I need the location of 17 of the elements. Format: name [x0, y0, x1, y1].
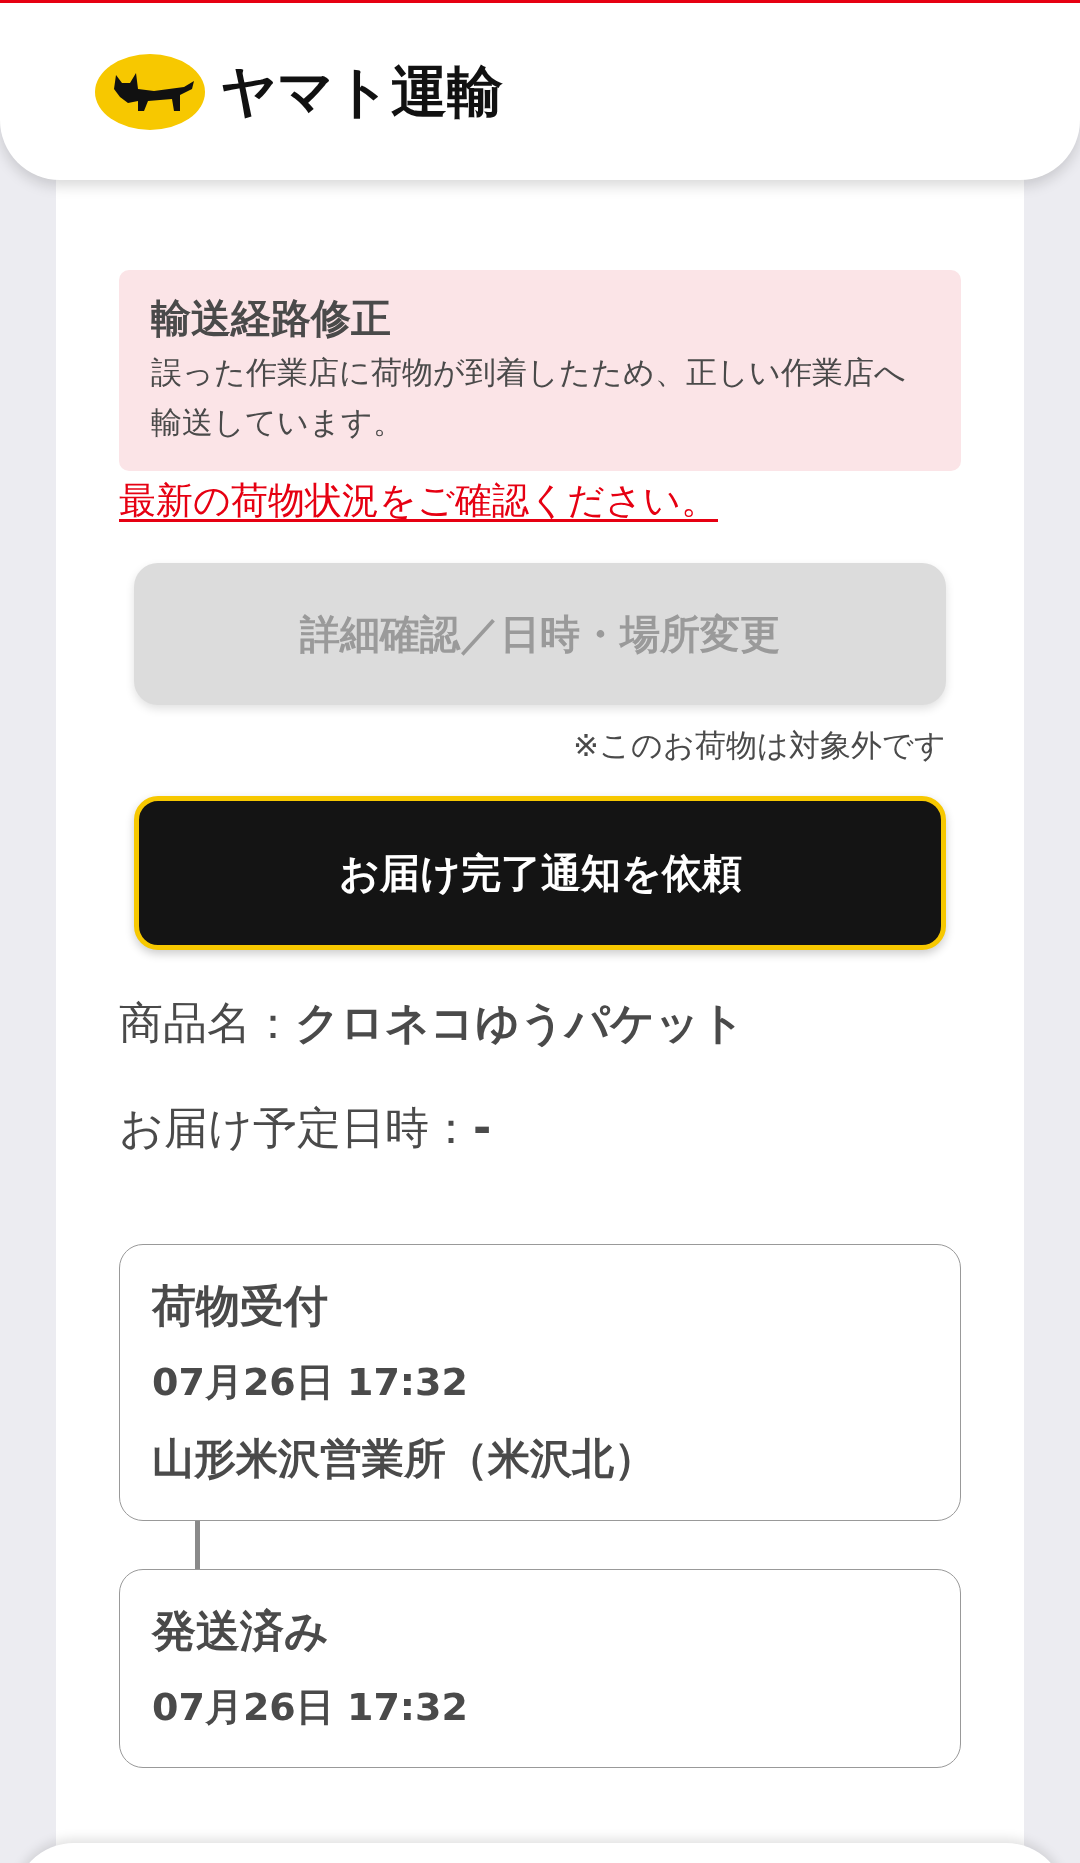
status-link[interactable]: 最新の荷物状況をご確認ください。: [119, 477, 718, 526]
request-button[interactable]: お届け完了通知を依頼: [134, 795, 946, 950]
note-text: ※このお荷物は対象外です: [573, 726, 946, 766]
notice-title: 輸送経路修正: [151, 294, 392, 343]
detail-label: 商品名：: [119, 995, 295, 1050]
detail-value: クロネコゆうパケット: [295, 995, 745, 1050]
status-title: 荷物受付: [152, 1278, 329, 1333]
logo-text: ヤマト運輸: [220, 63, 503, 120]
status-datetime: 07月26日 17:32: [152, 1684, 469, 1732]
notice-text: 誤った作業店に荷物が到着したため、正しい作業店へ輸送しています。: [151, 353, 907, 442]
status-place: 山形米沢営業所（米沢北）: [152, 1432, 657, 1485]
detail-label: お届け予定日時：: [119, 1100, 473, 1155]
status-title: 発送済み: [152, 1604, 330, 1659]
detail-value: -: [473, 1100, 492, 1155]
status-datetime: 07月26日 17:32: [152, 1359, 469, 1407]
cat-logo-icon: [94, 52, 206, 131]
timeline-connector: [195, 1521, 200, 1570]
